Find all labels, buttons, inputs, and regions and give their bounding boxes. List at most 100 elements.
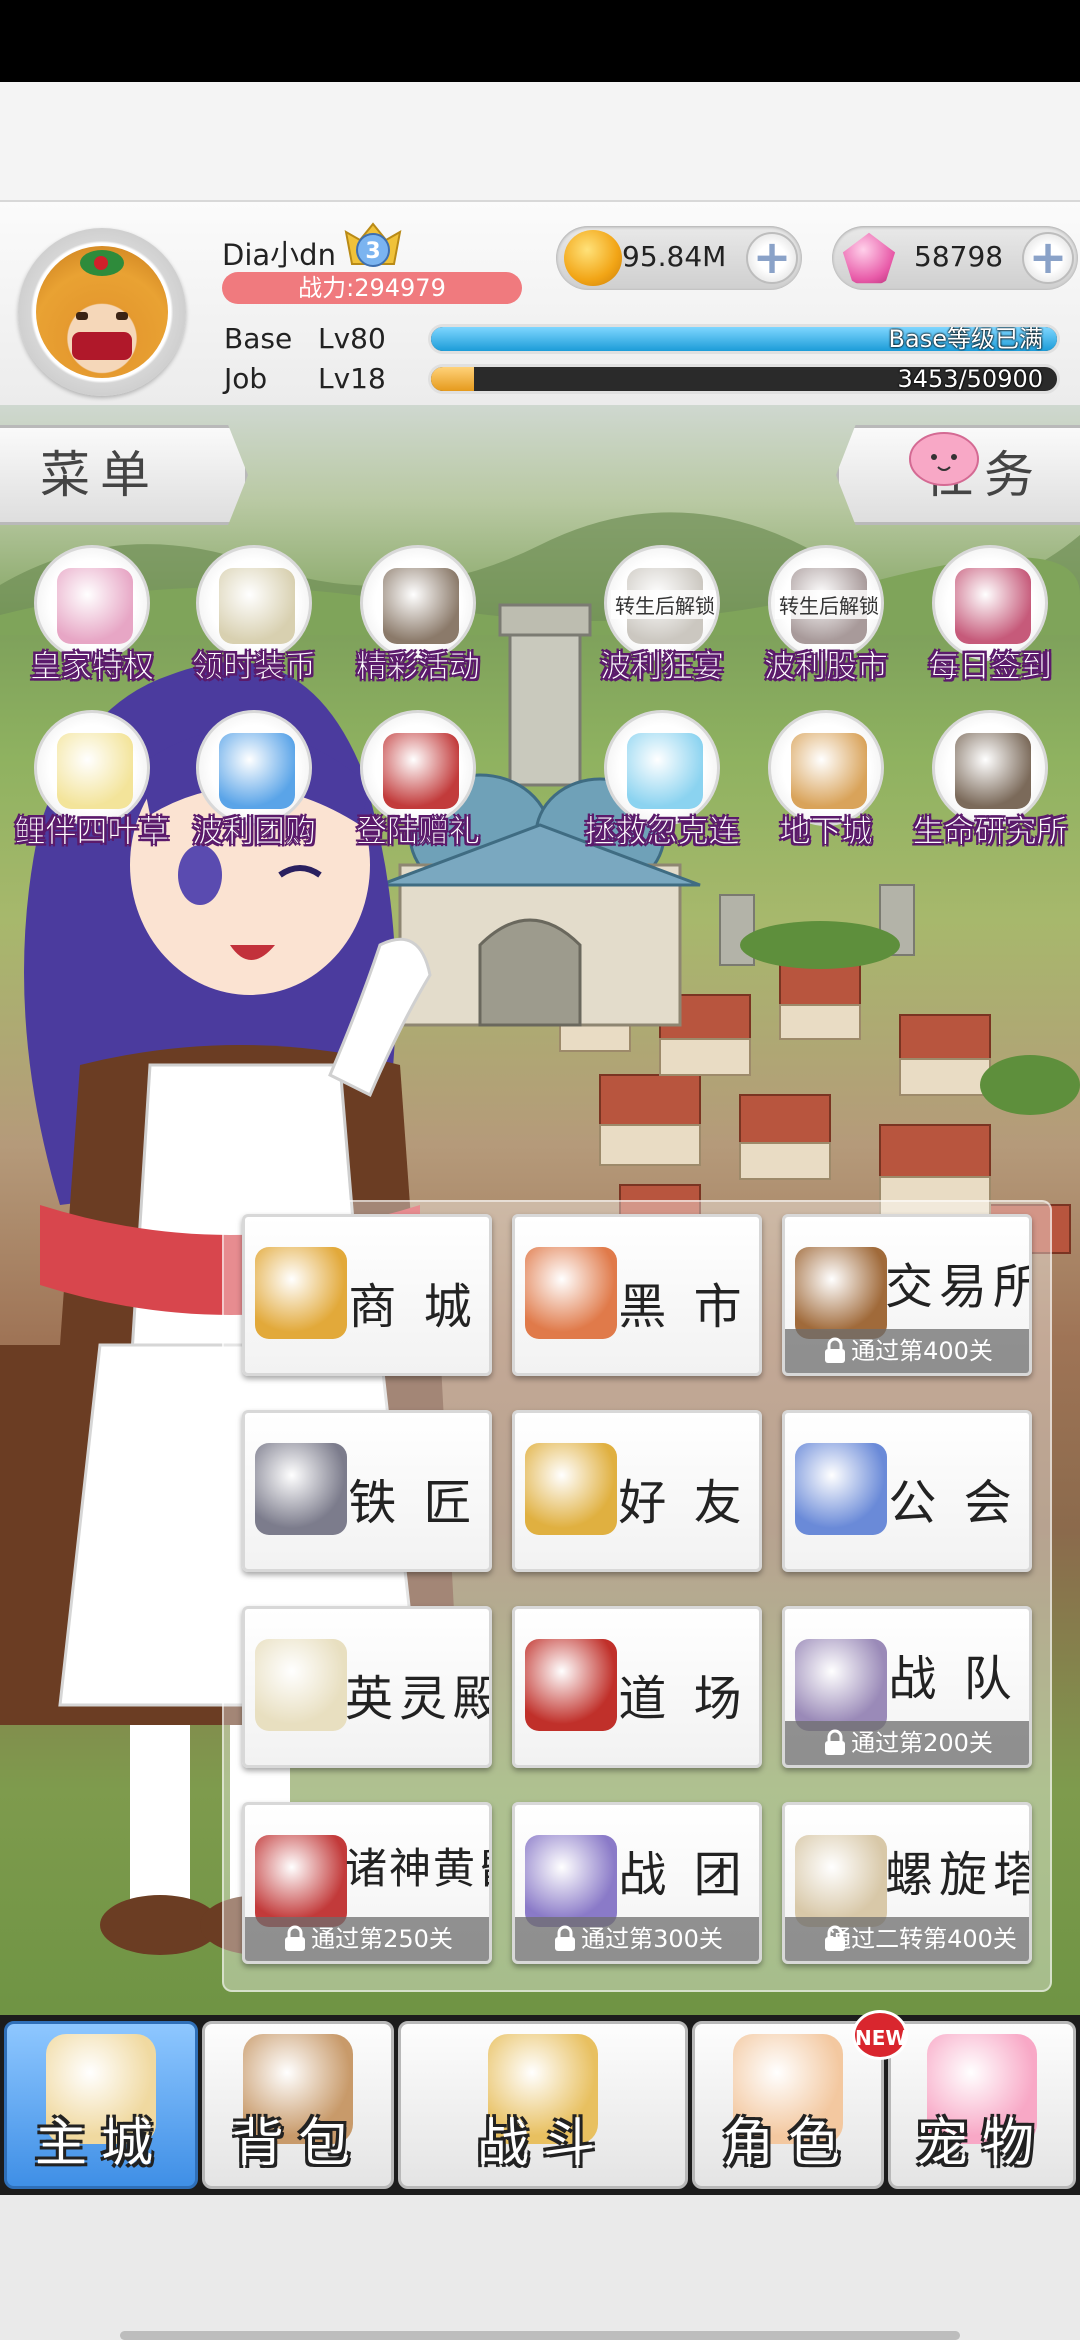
feature-clover[interactable]: 鲤伴四叶草 xyxy=(14,710,170,870)
lock-requirement-text: 通过第400关 xyxy=(851,1337,993,1365)
nav-label: 战斗 xyxy=(476,2114,609,2174)
status-bar xyxy=(0,0,1080,82)
building-name: 战 团 xyxy=(618,1847,748,1903)
lock-requirement-text: 通过第300关 xyxy=(581,1925,723,1953)
life-lab-icon xyxy=(955,733,1031,809)
nav-label: 主城 xyxy=(34,2114,167,2174)
building-ragnarok-banner[interactable]: 诸神黄昏通过第250关 xyxy=(242,1802,492,1964)
avatar-portrait xyxy=(36,246,168,378)
rank-badge-icon: 3 xyxy=(344,222,402,267)
padlock-icon xyxy=(825,1337,845,1363)
nav-label: 角色 xyxy=(721,2114,854,2174)
feature-label: 拯救忽克连 xyxy=(584,814,740,851)
building-coin-sack[interactable]: 交易所通过第400关 xyxy=(782,1214,1032,1376)
feature-label: 皇家特权 xyxy=(30,649,155,686)
feature-rescue[interactable]: 拯救忽克连 xyxy=(584,710,740,870)
padlock-icon xyxy=(825,1729,845,1755)
feature-label: 鲤伴四叶草 xyxy=(14,814,170,851)
nav-battle[interactable]: 战斗 xyxy=(398,2021,688,2189)
building-friends[interactable]: 好 友 xyxy=(512,1410,762,1572)
building-name: 好 友 xyxy=(618,1475,748,1531)
feature-label: 登陆赠礼 xyxy=(356,814,481,851)
unlock-note: 转生后解锁 xyxy=(775,590,881,619)
feature-dungeon[interactable]: 地下城 xyxy=(756,710,896,870)
building-name: 公 会 xyxy=(888,1475,1018,1531)
feature-life-lab[interactable]: 生命研究所 xyxy=(912,710,1068,870)
building-grid: 商 城黑 市交易所 通过第400关铁 匠好 友公 会英灵殿道 场战 队通过第200… xyxy=(222,1200,1052,1992)
building-guild-shield[interactable]: 公 会 xyxy=(782,1410,1032,1572)
feature-login-gift[interactable]: 登陆赠礼 xyxy=(348,710,488,870)
feature-label: 波利狂宴 xyxy=(600,649,725,686)
anvil-icon xyxy=(255,1443,347,1535)
top-band xyxy=(0,82,1080,200)
feature-label: 地下城 xyxy=(779,814,873,851)
building-spiral-tower[interactable]: 螺旋塔 通过二转第400关 xyxy=(782,1802,1032,1964)
gold-value: 95.84M xyxy=(622,240,727,273)
rescue-icon xyxy=(627,733,703,809)
poring-icon xyxy=(909,432,979,486)
money-bag-icon xyxy=(525,1247,617,1339)
menu-tab[interactable]: 菜单 xyxy=(0,425,248,525)
valhalla-icon xyxy=(255,1639,347,1731)
feature-label: 波利股市 xyxy=(764,649,889,686)
building-treasure-chest[interactable]: 商 城 xyxy=(242,1214,492,1376)
clover-icon xyxy=(57,733,133,809)
nav-label: 宠物 xyxy=(915,2114,1048,2174)
feature-events[interactable]: 精彩活动 xyxy=(348,545,488,705)
lock-requirement: 通过二转第400关 xyxy=(785,1917,1029,1961)
lock-requirement-text: 通过第200关 xyxy=(851,1729,993,1757)
player-name: Dia小dn xyxy=(222,238,336,272)
events-icon xyxy=(383,568,459,644)
job-label: Job xyxy=(224,362,268,395)
add-gems-button[interactable]: + xyxy=(1022,232,1074,284)
feature-label: 每日签到 xyxy=(928,649,1053,686)
building-valhalla[interactable]: 英灵殿 xyxy=(242,1606,492,1768)
base-level: Lv80 xyxy=(318,322,386,355)
padlock-icon xyxy=(285,1925,305,1951)
base-exp-bar: Base等级已满 xyxy=(428,324,1060,354)
building-war-legion[interactable]: 战 团通过第300关 xyxy=(512,1802,762,1964)
spiral-tower-icon xyxy=(795,1835,887,1927)
feature-poring-stock[interactable]: 转生后解锁 波利股市 xyxy=(756,545,896,705)
feature-poring-feast[interactable]: 转生后解锁 波利狂宴 xyxy=(592,545,732,705)
nav-label: 背包 xyxy=(231,2114,364,2174)
game-screen: Dia小dn 3 战力:294979 Base Lv80 Base等级已满 Jo… xyxy=(0,0,1080,2340)
ragnarok-banner-icon xyxy=(255,1835,347,1927)
job-exp-text: 3453/50900 xyxy=(897,365,1043,393)
player-header: Dia小dn 3 战力:294979 Base Lv80 Base等级已满 Jo… xyxy=(0,200,1080,405)
building-name: 英灵殿 xyxy=(345,1671,492,1727)
bottom-navigation: 主城 背包 战斗 角色 宠物 xyxy=(0,2015,1080,2195)
add-gold-button[interactable]: + xyxy=(746,232,798,284)
friends-icon xyxy=(525,1443,617,1535)
building-team-crest[interactable]: 战 队通过第200关 xyxy=(782,1606,1032,1768)
gold-counter: 95.84M + xyxy=(556,226,802,290)
feature-label: 领时装币 xyxy=(192,649,317,686)
system-area xyxy=(0,2195,1080,2340)
lock-requirement-text: 通过第250关 xyxy=(311,1925,453,1953)
building-anvil[interactable]: 铁 匠 xyxy=(242,1410,492,1572)
lock-requirement-text: 通过二转第400关 xyxy=(827,1925,1017,1953)
nav-backpack[interactable]: 背包 xyxy=(202,2021,394,2189)
costume-coin-icon xyxy=(219,568,295,644)
building-dojo-devil[interactable]: 道 场 xyxy=(512,1606,762,1768)
feature-costume-coin[interactable]: 领时装币 xyxy=(184,545,324,705)
avatar[interactable] xyxy=(18,228,186,396)
feature-group-buy[interactable]: 波利团购 xyxy=(184,710,324,870)
daily-checkin-icon xyxy=(955,568,1031,644)
building-money-bag[interactable]: 黑 市 xyxy=(512,1214,762,1376)
login-gift-icon xyxy=(383,733,459,809)
padlock-icon xyxy=(555,1925,575,1951)
team-crest-icon xyxy=(795,1639,887,1731)
feature-royal-privilege[interactable]: 皇家特权 xyxy=(22,545,162,705)
building-name: 战 队 xyxy=(888,1651,1018,1707)
guild-shield-icon xyxy=(795,1443,887,1535)
home-indicator[interactable] xyxy=(120,2331,960,2340)
feature-daily-checkin[interactable]: 每日签到 xyxy=(920,545,1060,705)
nav-pet[interactable]: 宠物 xyxy=(888,2021,1076,2189)
base-exp-text: Base等级已满 xyxy=(888,325,1043,353)
unlock-note: 转生后解锁 xyxy=(611,590,717,619)
padlock-icon xyxy=(825,1925,845,1951)
nav-main-city[interactable]: 主城 xyxy=(4,2021,198,2189)
coin-sack-icon xyxy=(795,1247,887,1339)
building-name: 交易所 xyxy=(885,1259,1032,1315)
